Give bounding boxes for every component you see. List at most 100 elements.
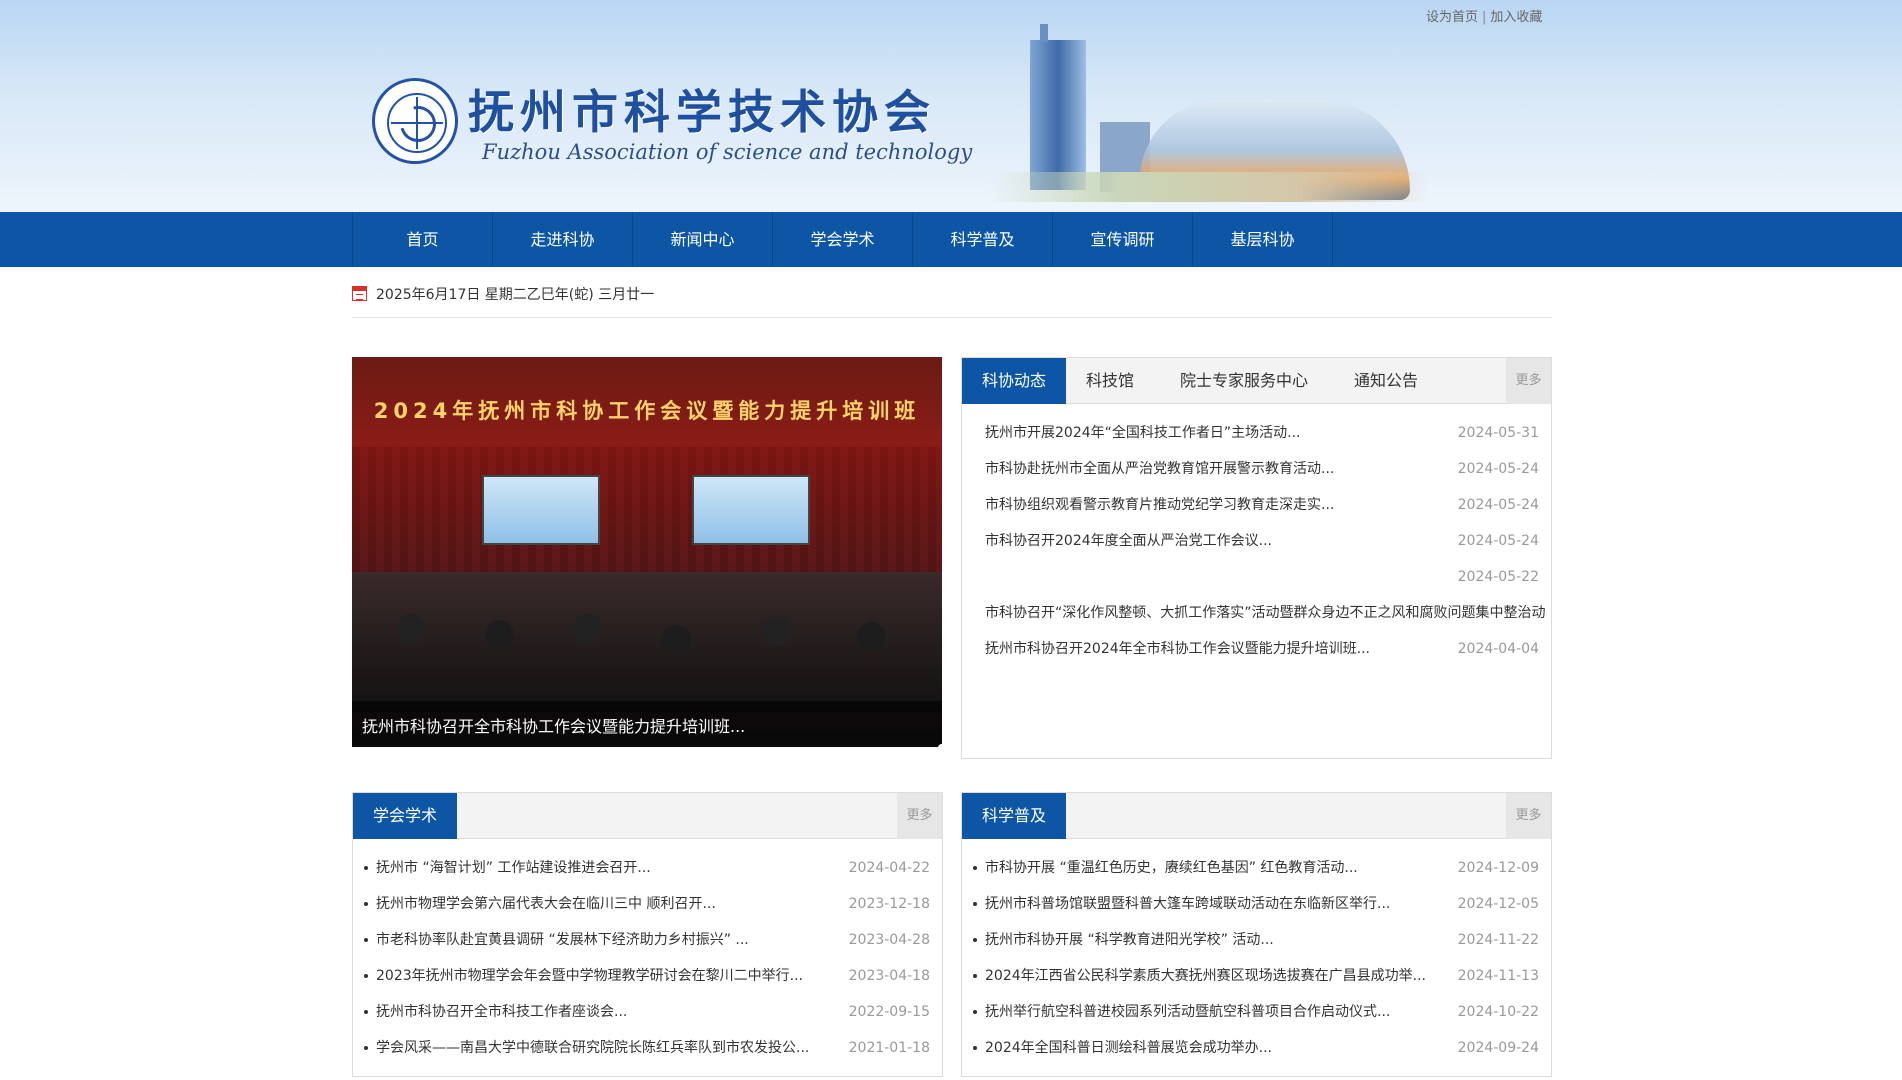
news-date: 2024-10-22 [1457, 1004, 1539, 1020]
top-links-separator: | [1482, 10, 1487, 25]
list-item: 抚州市 “海智计划” 工作站建设推进会召开... 2024-04-22 [353, 850, 942, 886]
news-title-link[interactable]: 市科协召开“深化作风整顿、大抓工作落实”活动暨群众身边不正之风和腐败问题集中整治… [985, 595, 1546, 631]
news-slider[interactable]: 2024年抚州市科协工作会议暨能力提升培训班 抚州市科协召开全市科协工作会议暨能… [352, 357, 942, 747]
news-title-link[interactable]: 抚州市开展2024年“全国科技工作者日”主场活动... [985, 415, 1300, 451]
calendar-icon [352, 286, 367, 301]
main-nav: 首页 走进科协 新闻中心 学会学术 科学普及 宣传调研 基层科协 [0, 212, 1902, 267]
news-date: 2024-09-24 [1457, 1040, 1539, 1056]
list-item: 市科协组织观看警示教育片推动党纪学习教育走深走实... 2024-05-24 [962, 487, 1551, 523]
site-header: 设为首页 | 加入收藏 抚州市科学技术协会 Fuzhou Association o… [0, 0, 1902, 212]
news-tab-panel: 科协动态 科技馆 院士专家服务中心 通知公告 更多 抚州市开展2024年“全国科… [961, 357, 1552, 759]
list-item: 2023年抚州市物理学会年会暨中学物理教学研讨会在黎川二中举行... 2023-0… [353, 958, 942, 994]
nav-item-publicity[interactable]: 宣传调研 [1053, 212, 1193, 267]
news-date: 2024-04-22 [848, 860, 930, 876]
news-title-link[interactable]: 2024年江西省公民科学素质大赛抚州赛区现场选拔赛在广昌县成功举... [985, 958, 1426, 994]
news-date: 2024-04-04 [1457, 641, 1539, 657]
news-title-link[interactable]: 抚州市科协开展 “科学教育进阳光学校” 活动... [985, 922, 1274, 958]
slider-dot-active[interactable] [938, 744, 942, 747]
news-more-button[interactable]: 更多 [1506, 358, 1551, 404]
news-tabs: 科协动态 科技馆 院士专家服务中心 通知公告 更多 [962, 358, 1551, 404]
nav-item-about[interactable]: 走进科协 [493, 212, 633, 267]
news-list: 抚州市开展2024年“全国科技工作者日”主场活动... 2024-05-31 市科… [962, 415, 1551, 667]
news-title-link[interactable]: 2023年抚州市物理学会年会暨中学物理教学研讨会在黎川二中举行... [376, 958, 803, 994]
news-title-link[interactable]: 抚州市科普场馆联盟暨科普大篷车跨域联动活动在东临新区举行... [985, 886, 1390, 922]
news-title-link[interactable]: 市老科协率队赴宜黄县调研 “发展林下经济助力乡村振兴” ... [376, 922, 749, 958]
news-title-link[interactable]: 抚州市科协召开全市科技工作者座谈会... [376, 994, 627, 1030]
news-date: 2024-05-31 [1457, 425, 1539, 441]
site-subtitle: Fuzhou Association of science and techno… [482, 140, 973, 164]
list-item: 2024-05-22 [962, 559, 1551, 595]
news-title-link[interactable]: 市科协开展 “重温红色历史，赓续红色基因” 红色教育活动... [985, 850, 1358, 886]
news-date: 2024-11-22 [1457, 932, 1539, 948]
list-item: 市老科协率队赴宜黄县调研 “发展林下经济助力乡村振兴” ... 2023-04-2… [353, 922, 942, 958]
academic-list: 抚州市 “海智计划” 工作站建设推进会召开... 2024-04-22 抚州市物理… [353, 850, 942, 1066]
list-item: 抚州举行航空科普进校园系列活动暨航空科普项目合作启动仪式... 2024-10-2… [962, 994, 1551, 1030]
list-item: 抚州市科协召开全市科技工作者座谈会... 2022-09-15 [353, 994, 942, 1030]
popular-science-box-header: 科学普及 更多 [962, 793, 1551, 839]
news-title-link[interactable]: 抚州市 “海智计划” 工作站建设推进会召开... [376, 850, 651, 886]
list-item: 抚州市科普场馆联盟暨科普大篷车跨域联动活动在东临新区举行... 2024-12-0… [962, 886, 1551, 922]
news-title-link[interactable]: 市科协赴抚州市全面从严治党教育馆开展警示教育活动... [985, 451, 1334, 487]
nav-item-grassroots[interactable]: 基层科协 [1193, 212, 1333, 267]
list-item: 抚州市物理学会第六届代表大会在临川三中 顺利召开... 2023-12-18 [353, 886, 942, 922]
news-title-link[interactable]: 市科协组织观看警示教育片推动党纪学习教育走深走实... [985, 487, 1334, 523]
news-title-link[interactable]: 学会风采——南昌大学中德联合研究院院长陈红兵率队到市农发投公... [376, 1030, 809, 1066]
news-date: 2024-05-24 [1457, 533, 1539, 549]
association-emblem-icon [372, 78, 458, 164]
tab-academician-center[interactable]: 院士专家服务中心 [1154, 358, 1334, 404]
list-item: 抚州市科协召开2024年全市科协工作会议暨能力提升培训班... 2024-04-0… [962, 631, 1551, 667]
tab-notices[interactable]: 通知公告 [1334, 358, 1438, 404]
news-date: 2024-05-22 [1457, 569, 1539, 585]
list-item: 市科协召开2024年度全面从严治党工作会议... 2024-05-24 [962, 523, 1551, 559]
academic-box: 学会学术 更多 抚州市 “海智计划” 工作站建设推进会召开... 2024-04-… [352, 792, 943, 1077]
site-logo[interactable]: 抚州市科学技术协会 Fuzhou Association of science … [372, 76, 992, 176]
list-item: 市科协召开“深化作风整顿、大抓工作落实”活动暨群众身边不正之风和腐败问题集中整治… [962, 595, 1551, 631]
cityscape-banner-image [980, 22, 1440, 212]
bookmark-link[interactable]: 加入收藏 [1490, 10, 1542, 25]
news-date: 2024-11-13 [1457, 968, 1539, 984]
slide-audience [352, 572, 942, 712]
academic-box-title[interactable]: 学会学术 [353, 793, 457, 839]
popular-science-box: 科学普及 更多 市科协开展 “重温红色历史，赓续红色基因” 红色教育活动... 2… [961, 792, 1552, 1077]
news-date: 2022-09-15 [848, 1004, 930, 1020]
academic-more-button[interactable]: 更多 [897, 793, 942, 839]
news-title-link[interactable]: 2024年全国科普日测绘科普展览会成功举办... [985, 1030, 1272, 1066]
top-links: 设为首页 | 加入收藏 [1426, 6, 1542, 25]
nav-item-home[interactable]: 首页 [353, 212, 493, 267]
academic-box-header: 学会学术 更多 [353, 793, 942, 839]
news-title-link[interactable]: 抚州市科协召开2024年全市科协工作会议暨能力提升培训班... [985, 631, 1370, 667]
site-title: 抚州市科学技术协会 [468, 85, 936, 139]
date-text: 2025年6月17日 星期二乙巳年(蛇) 三月廿一 [376, 287, 655, 303]
news-date: 2023-04-18 [848, 968, 930, 984]
list-item: 2024年江西省公民科学素质大赛抚州赛区现场选拔赛在广昌县成功举... 2024-… [962, 958, 1551, 994]
list-item: 市科协开展 “重温红色历史，赓续红色基因” 红色教育活动... 2024-12-0… [962, 850, 1551, 886]
list-item: 抚州市开展2024年“全国科技工作者日”主场活动... 2024-05-31 [962, 415, 1551, 451]
date-bar: 2025年6月17日 星期二乙巳年(蛇) 三月廿一 [352, 284, 1552, 318]
news-date: 2021-01-18 [848, 1040, 930, 1056]
news-date: 2023-04-28 [848, 932, 930, 948]
popular-science-more-button[interactable]: 更多 [1506, 793, 1551, 839]
nav-item-popular-science[interactable]: 科学普及 [913, 212, 1053, 267]
tab-science-museum[interactable]: 科技馆 [1066, 358, 1154, 404]
list-item: 市科协赴抚州市全面从严治党教育馆开展警示教育活动... 2024-05-24 [962, 451, 1551, 487]
news-date: 2024-12-05 [1457, 896, 1539, 912]
tab-association-news[interactable]: 科协动态 [962, 358, 1066, 404]
news-date: 2024-05-24 [1457, 497, 1539, 513]
news-title-link[interactable]: 抚州举行航空科普进校园系列活动暨航空科普项目合作启动仪式... [985, 994, 1390, 1030]
slide-caption[interactable]: 抚州市科协召开全市科协工作会议暨能力提升培训班... [362, 713, 745, 737]
list-item: 学会风采——南昌大学中德联合研究院院长陈红兵率队到市农发投公... 2021-01… [353, 1030, 942, 1066]
news-title-link[interactable]: 市科协召开2024年度全面从严治党工作会议... [985, 523, 1272, 559]
popular-science-list: 市科协开展 “重温红色历史，赓续红色基因” 红色教育活动... 2024-12-0… [962, 850, 1551, 1066]
list-item: 2024年全国科普日测绘科普展览会成功举办... 2024-09-24 [962, 1030, 1551, 1066]
slide-caption-bar[interactable]: 抚州市科协召开全市科协工作会议暨能力提升培训班... [352, 701, 942, 747]
projector-screen [692, 475, 810, 545]
slide-banner-text: 2024年抚州市科协工作会议暨能力提升培训班 [373, 399, 921, 423]
nav-item-news-center[interactable]: 新闻中心 [633, 212, 773, 267]
nav-item-academic[interactable]: 学会学术 [773, 212, 913, 267]
news-date: 2023-12-18 [848, 896, 930, 912]
popular-science-box-title[interactable]: 科学普及 [962, 793, 1066, 839]
news-date: 2024-12-09 [1457, 860, 1539, 876]
list-item: 抚州市科协开展 “科学教育进阳光学校” 活动... 2024-11-22 [962, 922, 1551, 958]
news-title-link[interactable]: 抚州市物理学会第六届代表大会在临川三中 顺利召开... [376, 886, 716, 922]
projector-screen [482, 475, 600, 545]
